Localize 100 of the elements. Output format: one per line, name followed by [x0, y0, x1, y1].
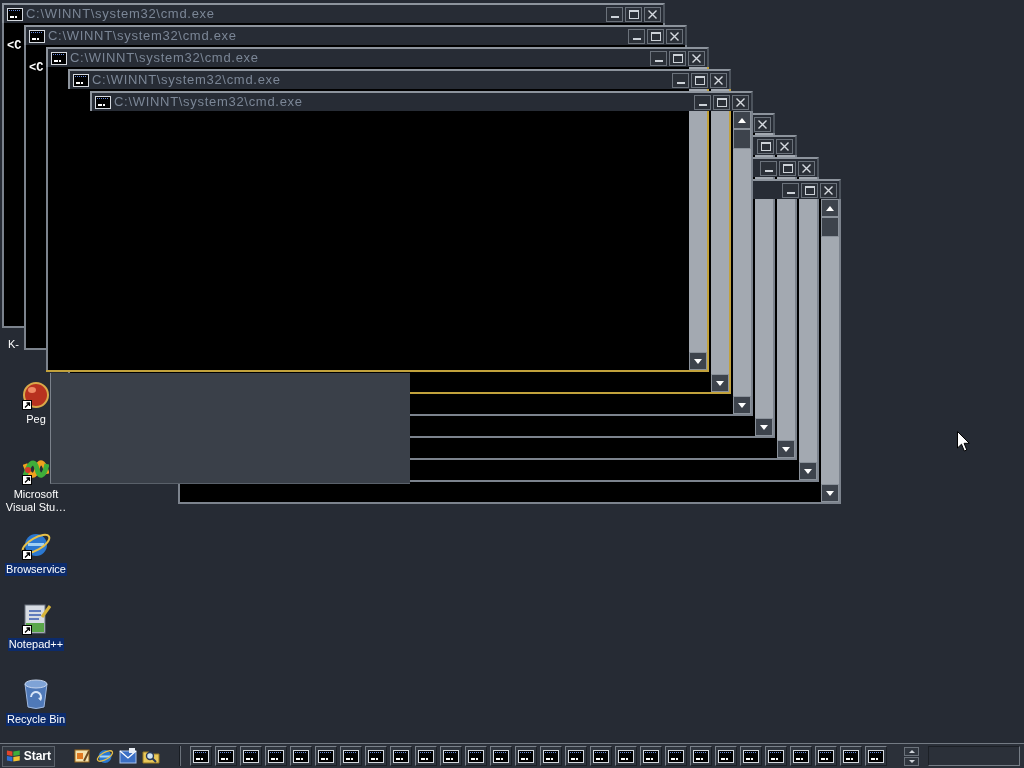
- scroll-down-button[interactable]: [821, 484, 839, 502]
- taskbar-button[interactable]: [615, 746, 637, 766]
- start-button[interactable]: Start: [2, 745, 55, 767]
- minimize-button[interactable]: [628, 28, 645, 44]
- console-icon: [643, 749, 659, 763]
- minimize-button[interactable]: [694, 94, 711, 110]
- scroll-down-button[interactable]: [755, 418, 773, 436]
- icon-label[interactable]: Microsoft Visual Stu…: [0, 488, 72, 514]
- close-button[interactable]: [688, 50, 705, 66]
- taskbar-button[interactable]: [465, 746, 487, 766]
- taskbar-button[interactable]: [640, 746, 662, 766]
- taskbar-button[interactable]: [390, 746, 412, 766]
- taskbar-button[interactable]: [415, 746, 437, 766]
- down-arrow-icon: [908, 759, 915, 763]
- taskbar-button[interactable]: [440, 746, 462, 766]
- taskbar-button[interactable]: [865, 746, 887, 766]
- close-button[interactable]: [798, 160, 815, 176]
- close-button[interactable]: [666, 28, 683, 44]
- taskbar-button[interactable]: [490, 746, 512, 766]
- minimize-button[interactable]: [760, 160, 777, 176]
- maximize-button[interactable]: [669, 50, 686, 66]
- maximize-icon: [694, 75, 705, 85]
- scroll-down-button[interactable]: [711, 374, 729, 392]
- taskbar-button[interactable]: [790, 746, 812, 766]
- minimize-button[interactable]: [672, 72, 689, 88]
- down-arrow-icon: [782, 446, 790, 452]
- icon-label[interactable]: Recycle Bin: [5, 713, 67, 726]
- console-icon: [368, 749, 384, 763]
- mail-icon[interactable]: [119, 747, 137, 765]
- orb-icon[interactable]: [23, 379, 49, 409]
- taskbar-button[interactable]: [240, 746, 262, 766]
- maximize-button[interactable]: [801, 182, 818, 198]
- close-icon: [758, 119, 767, 129]
- taskbar-button[interactable]: [215, 746, 237, 766]
- taskbar-button[interactable]: [740, 746, 762, 766]
- scroll-down-button[interactable]: [689, 352, 707, 370]
- maximize-button[interactable]: [625, 6, 642, 22]
- taskbar-button[interactable]: [665, 746, 687, 766]
- window-title: C:\WINNT\system32\cmd.exe: [70, 50, 259, 66]
- minimize-button[interactable]: [606, 6, 623, 22]
- minimize-button[interactable]: [782, 182, 799, 198]
- scrollbar[interactable]: [821, 199, 839, 502]
- close-button[interactable]: [732, 94, 749, 110]
- taskbar-button[interactable]: [365, 746, 387, 766]
- minimize-icon: [764, 169, 773, 172]
- taskbar-button[interactable]: [565, 746, 587, 766]
- maximize-icon: [650, 31, 661, 41]
- desktop-icon[interactable]: [73, 747, 91, 765]
- scroll-up-button[interactable]: [733, 111, 751, 129]
- taskbar-button[interactable]: [265, 746, 287, 766]
- close-icon: [692, 53, 701, 63]
- scrollbar[interactable]: [733, 111, 751, 414]
- scroll-down-button[interactable]: [799, 462, 817, 480]
- scrollbar[interactable]: [711, 89, 729, 392]
- scroll-thumb[interactable]: [733, 129, 751, 149]
- taskbar-button[interactable]: [290, 746, 312, 766]
- icon-label[interactable]: Notepad++: [7, 638, 65, 651]
- globe-icon[interactable]: [96, 747, 114, 765]
- maximize-button[interactable]: [691, 72, 708, 88]
- console-icon: [493, 749, 509, 763]
- scroll-down-button[interactable]: [904, 756, 919, 766]
- taskbar-button[interactable]: [190, 746, 212, 766]
- console-icon: [51, 51, 67, 65]
- scroll-thumb[interactable]: [821, 217, 839, 237]
- scroll-down-button[interactable]: [733, 396, 751, 414]
- close-button[interactable]: [710, 72, 727, 88]
- taskbar-button[interactable]: [690, 746, 712, 766]
- console-icon: [793, 749, 809, 763]
- taskbar-button[interactable]: [315, 746, 337, 766]
- maximize-button[interactable]: [757, 138, 774, 154]
- maximize-icon: [782, 163, 793, 173]
- taskbar-button[interactable]: [515, 746, 537, 766]
- scroll-up-button[interactable]: [821, 199, 839, 217]
- close-button[interactable]: [820, 182, 837, 198]
- icon-label[interactable]: K-: [7, 338, 20, 351]
- close-button[interactable]: [644, 6, 661, 22]
- icon-label[interactable]: Browservice: [5, 563, 67, 576]
- taskbar-button[interactable]: [765, 746, 787, 766]
- maximize-icon: [672, 53, 683, 63]
- maximize-button[interactable]: [713, 94, 730, 110]
- close-button[interactable]: [776, 138, 793, 154]
- maximize-button[interactable]: [647, 28, 664, 44]
- console-icon: [243, 749, 259, 763]
- maximize-button[interactable]: [779, 160, 796, 176]
- taskbar-button[interactable]: [840, 746, 862, 766]
- console-icon: [668, 749, 684, 763]
- taskbar-button[interactable]: [590, 746, 612, 766]
- scrollbar[interactable]: [799, 177, 817, 480]
- console-icon: [518, 749, 534, 763]
- close-icon: [648, 9, 657, 19]
- scroll-up-button[interactable]: [904, 746, 919, 756]
- taskbar-button[interactable]: [540, 746, 562, 766]
- icon-label[interactable]: Peg: [25, 413, 47, 426]
- mouse-pointer-icon: [957, 431, 970, 452]
- console-icon: [543, 749, 559, 763]
- taskbar-button[interactable]: [815, 746, 837, 766]
- minimize-button[interactable]: [650, 50, 667, 66]
- taskbar-button[interactable]: [715, 746, 737, 766]
- taskbar-button[interactable]: [340, 746, 362, 766]
- scroll-down-button[interactable]: [777, 440, 795, 458]
